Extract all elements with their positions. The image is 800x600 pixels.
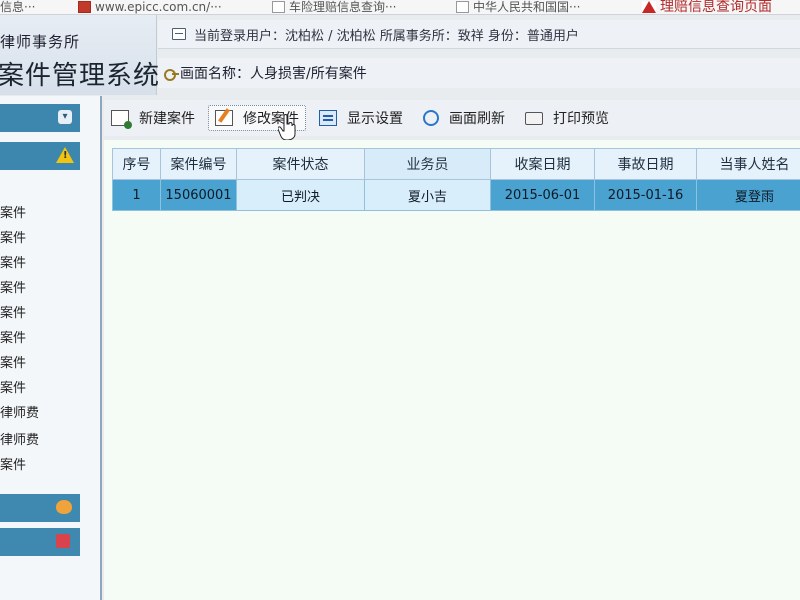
column-header[interactable]: 事故日期 <box>594 148 697 180</box>
bookmark-item[interactable]: www.epicc.com.cn/··· <box>78 0 222 14</box>
table-row[interactable]: 1 15060001 已判决 夏小吉 2015-06-01 2015-01-16… <box>112 179 800 211</box>
column-header[interactable]: 案件状态 <box>236 148 365 180</box>
key-icon <box>164 67 179 81</box>
table-cell[interactable]: 1 <box>112 179 161 211</box>
refresh-icon <box>423 110 439 126</box>
user-info-icon <box>172 28 186 40</box>
table-cell[interactable]: 15060001 <box>160 179 237 211</box>
sidebar-item[interactable]: 案件 <box>0 202 26 221</box>
refresh-label: 画面刷新 <box>449 111 505 127</box>
display-settings-icon <box>319 110 337 126</box>
sidebar-item[interactable]: 案件 <box>0 327 26 346</box>
bookmark-item[interactable]: 理赔信息查询页面 <box>642 0 772 14</box>
current-user-text: 当前登录用户：沈柏松 / 沈柏松 所属事务所：致祥 身份：普通用户 <box>194 28 579 44</box>
collapse-icon[interactable]: ▾ <box>58 110 72 124</box>
table-cell[interactable]: 2015-06-01 <box>490 179 595 211</box>
bookmarks-bar: 信息··· www.epicc.com.cn/··· 车险理赔信息查询··· 中… <box>0 0 800 15</box>
system-title: 案件管理系统 <box>0 61 161 91</box>
table-header-row: 序号 案件编号 案件状态 业务员 收案日期 事故日期 当事人姓名 <box>112 148 800 180</box>
case-table: 序号 案件编号 案件状态 业务员 收案日期 事故日期 当事人姓名 1 15060… <box>112 148 800 211</box>
sidebar-item[interactable]: 案件 <box>0 352 26 371</box>
warning-icon <box>642 1 656 13</box>
bookmark-label[interactable]: 信息··· <box>0 0 35 14</box>
bookmark-item[interactable]: 车险理赔信息查询··· <box>272 0 396 14</box>
bookmark-label[interactable]: 中华人民共和国国··· <box>473 0 580 14</box>
sidebar-footer-tab[interactable] <box>0 528 80 556</box>
sidebar-alert-header[interactable] <box>0 142 80 170</box>
sidebar-item[interactable]: 律师费 <box>0 402 39 421</box>
app-header-brand: 律师事务所 案件管理系统 <box>0 15 161 95</box>
column-header[interactable]: 收案日期 <box>490 148 595 180</box>
puzzle-icon <box>56 534 70 548</box>
bookmark-label[interactable]: 理赔信息查询页面 <box>660 0 772 14</box>
table-cell[interactable]: 2015-01-16 <box>594 179 697 211</box>
bookmark-label[interactable]: 车险理赔信息查询··· <box>289 0 396 14</box>
new-case-button[interactable]: 新建案件 <box>104 105 202 131</box>
edit-icon <box>215 110 233 126</box>
sidebar-item[interactable]: 案件 <box>0 277 26 296</box>
warning-icon <box>56 147 74 163</box>
column-header[interactable]: 当事人姓名 <box>696 148 800 180</box>
sidebar: ▾ 案件 案件 案件 案件 案件 案件 案件 案件 律师费 律师费 案件 <box>0 96 102 600</box>
refresh-button[interactable]: 画面刷新 <box>416 105 512 131</box>
page-icon <box>272 1 285 13</box>
new-document-icon <box>111 110 132 129</box>
column-header[interactable]: 案件编号 <box>160 148 237 180</box>
orange-icon <box>56 500 72 514</box>
screen-name-text: 画面名称：人身损害/所有案件 <box>180 66 367 82</box>
page-icon <box>456 1 469 13</box>
display-settings-button[interactable]: 显示设置 <box>312 105 410 131</box>
screen-name-bar: 画面名称：人身损害/所有案件 <box>158 58 800 88</box>
toolbar: 新建案件 修改案件 显示设置 画面刷新 打印预览 <box>104 100 800 136</box>
table-cell[interactable]: 已判决 <box>236 179 365 211</box>
sidebar-footer-tab[interactable] <box>0 494 80 522</box>
column-header[interactable]: 业务员 <box>364 148 491 180</box>
firm-name: 律师事务所 <box>0 33 81 51</box>
display-settings-label: 显示设置 <box>347 111 403 127</box>
sidebar-item[interactable]: 案件 <box>0 454 26 473</box>
print-preview-label: 打印预览 <box>553 111 609 127</box>
sidebar-item[interactable]: 案件 <box>0 302 26 321</box>
sidebar-item[interactable]: 案件 <box>0 252 26 271</box>
sidebar-section-header[interactable]: ▾ <box>0 104 80 132</box>
new-case-label: 新建案件 <box>139 111 195 127</box>
table-cell[interactable]: 夏小吉 <box>364 179 491 211</box>
bookmark-item[interactable]: 中华人民共和国国··· <box>456 0 580 14</box>
column-header[interactable]: 序号 <box>112 148 161 180</box>
print-preview-button[interactable]: 打印预览 <box>518 105 616 131</box>
bookmark-item[interactable]: 信息··· <box>0 0 35 14</box>
printer-icon <box>525 111 543 125</box>
sidebar-item[interactable]: 律师费 <box>0 429 39 448</box>
bookmark-label[interactable]: www.epicc.com.cn/··· <box>95 0 222 14</box>
picc-icon <box>78 1 91 13</box>
current-user-bar: 当前登录用户：沈柏松 / 沈柏松 所属事务所：致祥 身份：普通用户 <box>158 20 800 49</box>
sidebar-item[interactable]: 案件 <box>0 227 26 246</box>
hand-cursor-icon <box>278 114 296 140</box>
table-cell[interactable]: 夏登雨 <box>696 179 800 211</box>
sidebar-item[interactable]: 案件 <box>0 377 26 396</box>
